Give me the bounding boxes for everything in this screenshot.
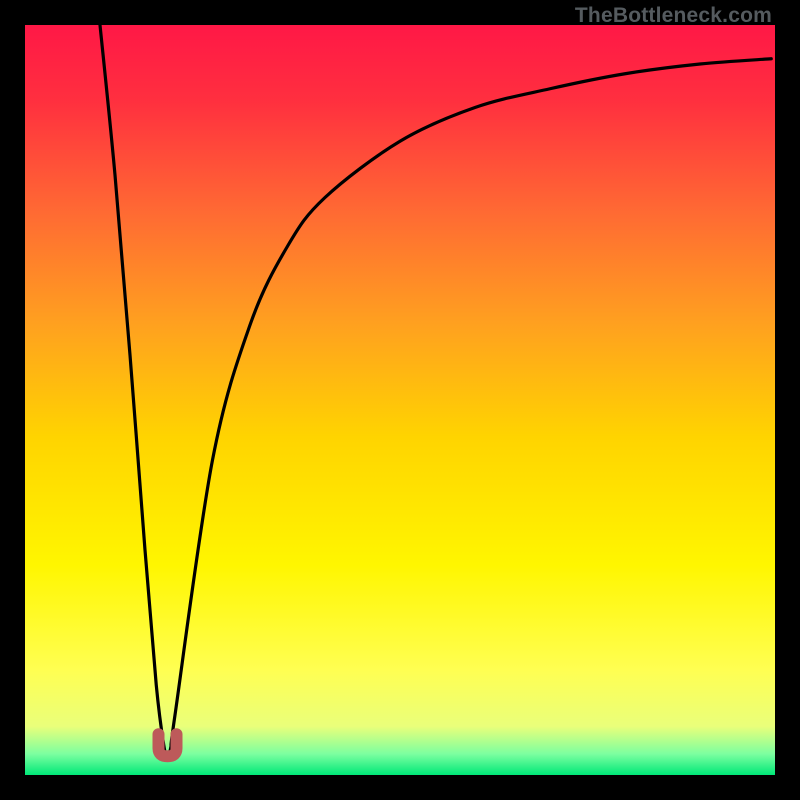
curve-layer bbox=[25, 25, 775, 775]
chart-frame: TheBottleneck.com bbox=[0, 0, 800, 800]
bottleneck-curve bbox=[100, 25, 771, 756]
plot-area bbox=[25, 25, 775, 775]
optimum-cap-icon bbox=[159, 734, 177, 756]
